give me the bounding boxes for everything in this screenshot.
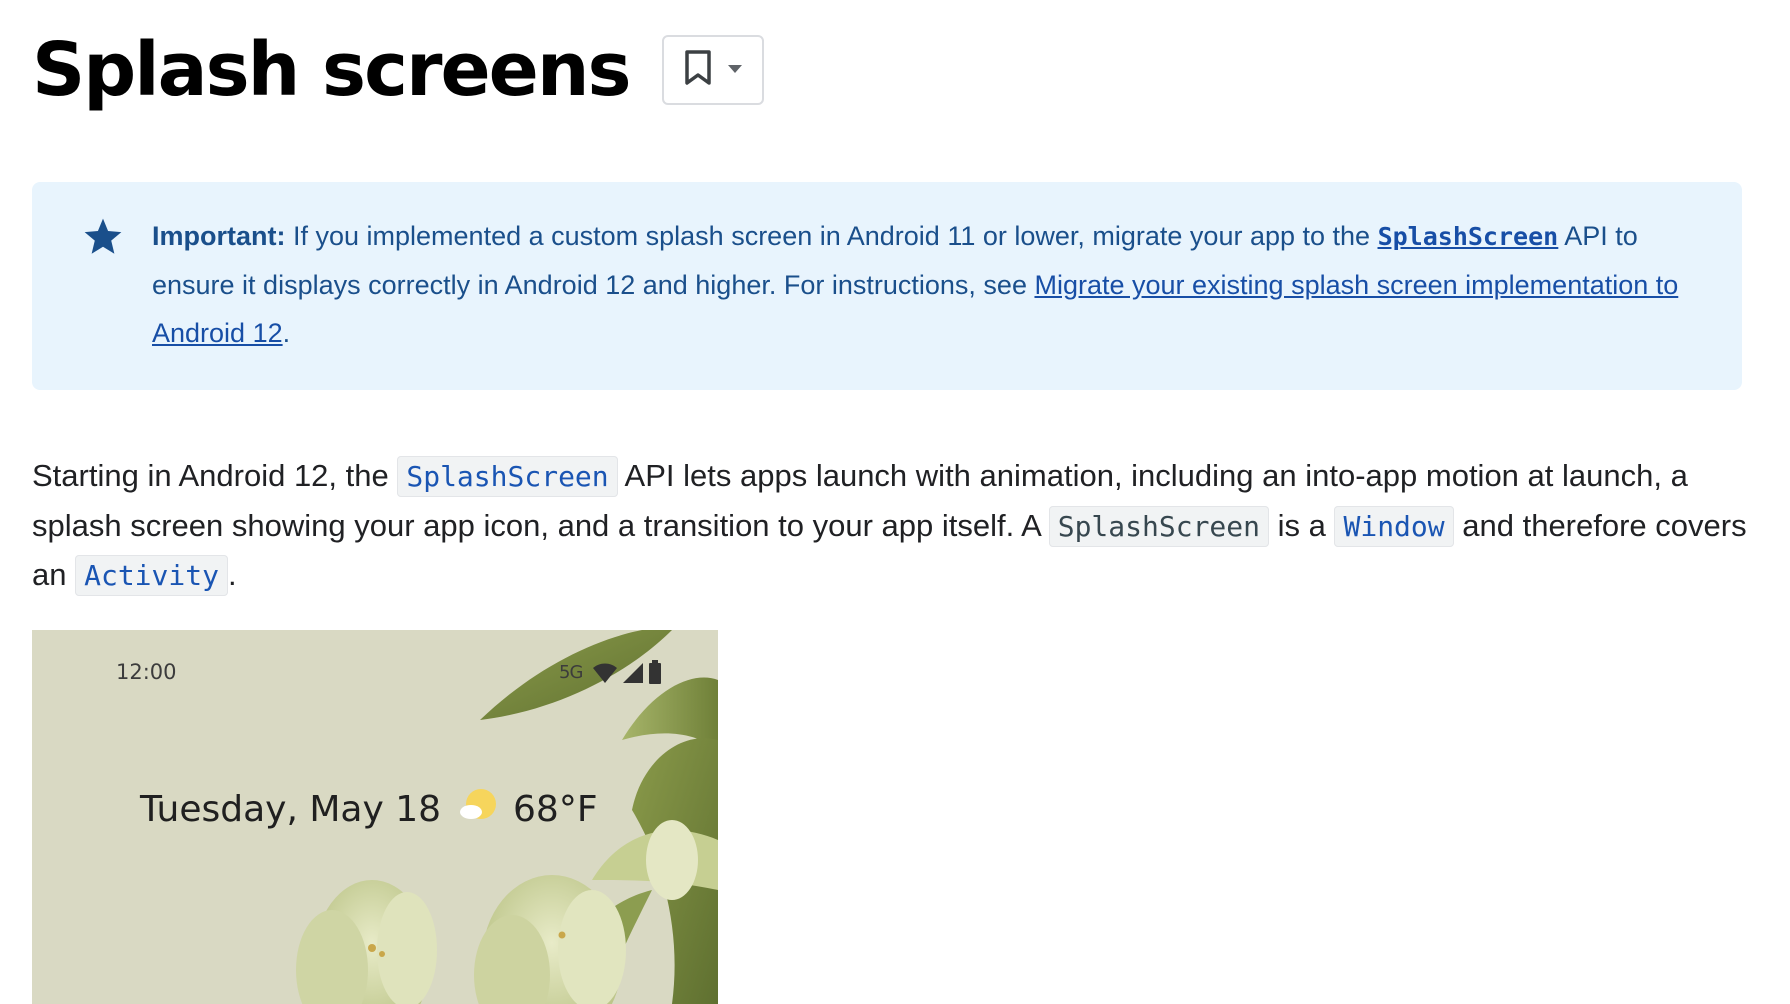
star-icon [82, 216, 124, 258]
intro-text-part: . [227, 557, 237, 592]
weather-partly-sunny-icon [459, 788, 499, 831]
signal-icon [622, 662, 644, 689]
status-network: 5G [559, 662, 583, 683]
window-code-link[interactable]: Window [1334, 505, 1454, 547]
intro-paragraph: Starting in Android 12, the SplashScreen… [32, 452, 1752, 601]
bookmark-button[interactable] [661, 35, 764, 105]
intro-text-part: is a [1269, 507, 1335, 543]
status-icons [592, 660, 662, 689]
callout-label: Important: [152, 221, 286, 251]
splashscreen-api-link[interactable]: SplashScreen [1378, 221, 1559, 251]
callout-text-part: . [282, 318, 291, 348]
splashscreen-api-link-code: SplashScreen [1377, 222, 1559, 251]
title-row: Splash screens [32, 28, 764, 112]
splashscreen-code: SplashScreen [1048, 505, 1270, 547]
status-time: 12:00 [116, 660, 177, 684]
battery-icon [648, 660, 662, 689]
important-callout: Important: If you implemented a custom s… [32, 182, 1742, 390]
phone-screenshot: 12:00 5G Tuesday, May 18 68°F [32, 630, 718, 1004]
callout-text-part: If you implemented a custom splash scree… [285, 221, 1378, 251]
lockscreen-date: Tuesday, May 18 [140, 789, 442, 830]
page-title: Splash screens [32, 27, 632, 113]
callout-text: Important: If you implemented a custom s… [152, 212, 1712, 357]
activity-code-link[interactable]: Activity [75, 555, 228, 596]
splashscreen-code-link[interactable]: SplashScreen [397, 456, 618, 497]
bookmark-icon [683, 49, 713, 92]
wifi-icon [592, 662, 618, 689]
lockscreen-temperature: 68°F [513, 789, 598, 830]
caret-down-icon [727, 61, 743, 79]
intro-text-part: Starting in Android 12, the [32, 458, 398, 493]
lockscreen-date-weather: Tuesday, May 18 68°F [140, 788, 598, 831]
